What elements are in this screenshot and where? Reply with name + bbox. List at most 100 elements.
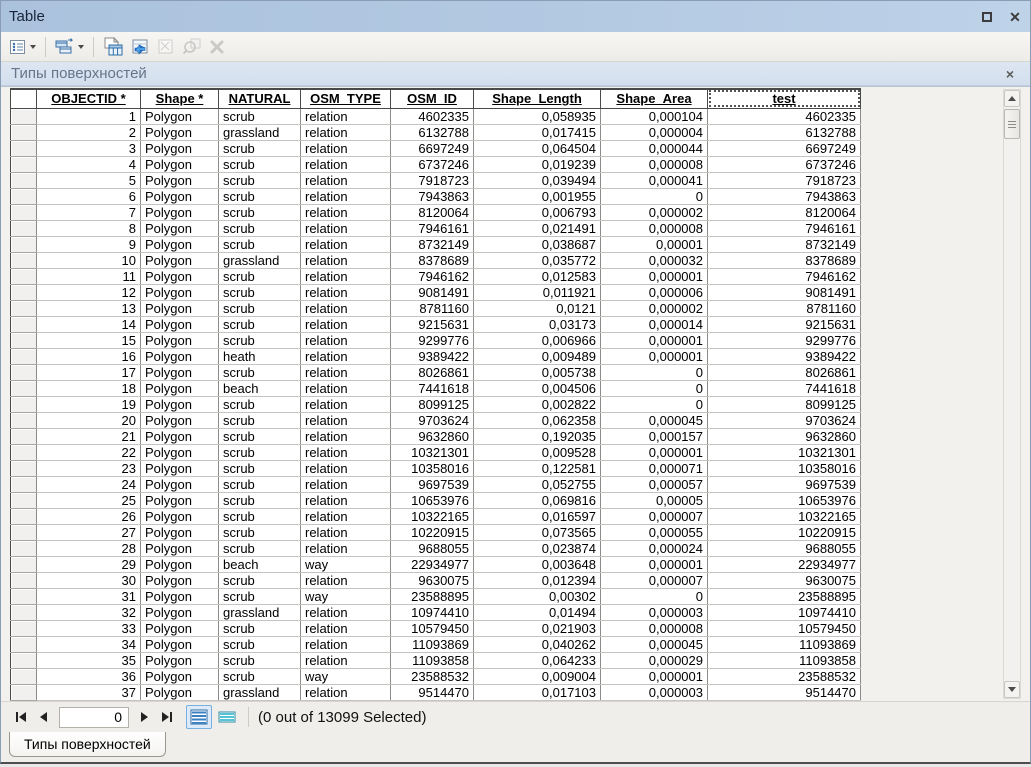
cell[interactable]: scrub — [219, 156, 301, 172]
cell[interactable]: 10 — [37, 252, 141, 268]
cell[interactable]: 8 — [37, 220, 141, 236]
cell[interactable]: 0,000057 — [601, 476, 708, 492]
cell[interactable]: Polygon — [141, 508, 219, 524]
cell[interactable]: 0,035772 — [474, 252, 601, 268]
cell[interactable]: 0,039494 — [474, 172, 601, 188]
cell[interactable]: 0,000045 — [601, 412, 708, 428]
cell[interactable]: 0,016597 — [474, 508, 601, 524]
cell[interactable]: 2 — [37, 124, 141, 140]
cell[interactable]: 33 — [37, 620, 141, 636]
cell[interactable]: 24 — [37, 476, 141, 492]
cell[interactable]: 8026861 — [391, 364, 474, 380]
row-selector[interactable] — [11, 588, 37, 604]
cell[interactable]: 0,064504 — [474, 140, 601, 156]
cell[interactable]: Polygon — [141, 204, 219, 220]
cell[interactable]: 0,038687 — [474, 236, 601, 252]
cell[interactable]: 22934977 — [708, 556, 861, 572]
column-header[interactable]: NATURAL — [219, 89, 301, 108]
cell[interactable]: scrub — [219, 204, 301, 220]
cell[interactable]: 7943863 — [708, 188, 861, 204]
cell[interactable]: 0,004506 — [474, 380, 601, 396]
layer-close-icon[interactable]: × — [1006, 66, 1020, 82]
cell[interactable]: 9215631 — [391, 316, 474, 332]
cell[interactable]: 19 — [37, 396, 141, 412]
row-selector[interactable] — [11, 492, 37, 508]
row-selector[interactable] — [11, 396, 37, 412]
cell[interactable]: relation — [301, 188, 391, 204]
cell[interactable]: relation — [301, 620, 391, 636]
cell[interactable]: 0,000032 — [601, 252, 708, 268]
row-selector[interactable] — [11, 540, 37, 556]
cell[interactable]: 0,000024 — [601, 540, 708, 556]
cell[interactable]: relation — [301, 268, 391, 284]
cell[interactable]: grassland — [219, 684, 301, 700]
cell[interactable]: 0,000001 — [601, 332, 708, 348]
layer-tab[interactable]: Типы поверхностей — [9, 732, 166, 757]
last-record-button[interactable] — [155, 707, 177, 727]
column-header[interactable]: Shape * — [141, 89, 219, 108]
cell[interactable]: 9389422 — [391, 348, 474, 364]
cell[interactable]: Polygon — [141, 220, 219, 236]
cell[interactable]: scrub — [219, 108, 301, 124]
cell[interactable]: 0,000045 — [601, 636, 708, 652]
cell[interactable]: 6697249 — [708, 140, 861, 156]
cell[interactable]: 10220915 — [708, 524, 861, 540]
cell[interactable]: 0 — [601, 364, 708, 380]
cell[interactable]: 37 — [37, 684, 141, 700]
cell[interactable]: 9703624 — [708, 412, 861, 428]
cell[interactable]: 22 — [37, 444, 141, 460]
cell[interactable]: 23588895 — [391, 588, 474, 604]
cell[interactable]: Polygon — [141, 540, 219, 556]
cell[interactable]: scrub — [219, 332, 301, 348]
cell[interactable]: Polygon — [141, 380, 219, 396]
cell[interactable]: 0,009004 — [474, 668, 601, 684]
cell[interactable]: beach — [219, 556, 301, 572]
cell[interactable]: 10653976 — [708, 492, 861, 508]
cell[interactable]: 9632860 — [708, 428, 861, 444]
cell[interactable]: scrub — [219, 316, 301, 332]
row-selector[interactable] — [11, 412, 37, 428]
cell[interactable]: relation — [301, 604, 391, 620]
cell[interactable]: 0,062358 — [474, 412, 601, 428]
cell[interactable]: Polygon — [141, 268, 219, 284]
cell[interactable]: scrub — [219, 428, 301, 444]
cell[interactable]: scrub — [219, 284, 301, 300]
cell[interactable]: 0,006793 — [474, 204, 601, 220]
cell[interactable]: 0,00001 — [601, 236, 708, 252]
cell[interactable]: 8781160 — [708, 300, 861, 316]
cell[interactable]: 14 — [37, 316, 141, 332]
cell[interactable]: relation — [301, 284, 391, 300]
cell[interactable]: 9688055 — [391, 540, 474, 556]
cell[interactable]: relation — [301, 508, 391, 524]
cell[interactable]: 0,000029 — [601, 652, 708, 668]
cell[interactable]: 0,000001 — [601, 668, 708, 684]
cell[interactable]: scrub — [219, 636, 301, 652]
cell[interactable]: relation — [301, 236, 391, 252]
cell[interactable]: 8099125 — [391, 396, 474, 412]
cell[interactable]: 4 — [37, 156, 141, 172]
cell[interactable]: 10358016 — [708, 460, 861, 476]
cell[interactable]: 0,000014 — [601, 316, 708, 332]
cell[interactable]: 10974410 — [708, 604, 861, 620]
cell[interactable]: 11 — [37, 268, 141, 284]
cell[interactable]: 0,052755 — [474, 476, 601, 492]
row-selector[interactable] — [11, 572, 37, 588]
cell[interactable]: Polygon — [141, 300, 219, 316]
cell[interactable]: Polygon — [141, 620, 219, 636]
cell[interactable]: 0,122581 — [474, 460, 601, 476]
cell[interactable]: 7943863 — [391, 188, 474, 204]
cell[interactable]: 0,006966 — [474, 332, 601, 348]
scroll-up-button[interactable] — [1004, 90, 1020, 107]
cell[interactable]: 5 — [37, 172, 141, 188]
cell[interactable]: Polygon — [141, 252, 219, 268]
cell[interactable]: scrub — [219, 444, 301, 460]
cell[interactable]: grassland — [219, 124, 301, 140]
cell[interactable]: 8099125 — [708, 396, 861, 412]
cell[interactable]: 0,017103 — [474, 684, 601, 700]
cell[interactable]: 11093869 — [391, 636, 474, 652]
cell[interactable]: 8378689 — [708, 252, 861, 268]
cell[interactable]: Polygon — [141, 140, 219, 156]
cell[interactable]: 0,023874 — [474, 540, 601, 556]
cell[interactable]: 7918723 — [391, 172, 474, 188]
row-selector[interactable] — [11, 236, 37, 252]
